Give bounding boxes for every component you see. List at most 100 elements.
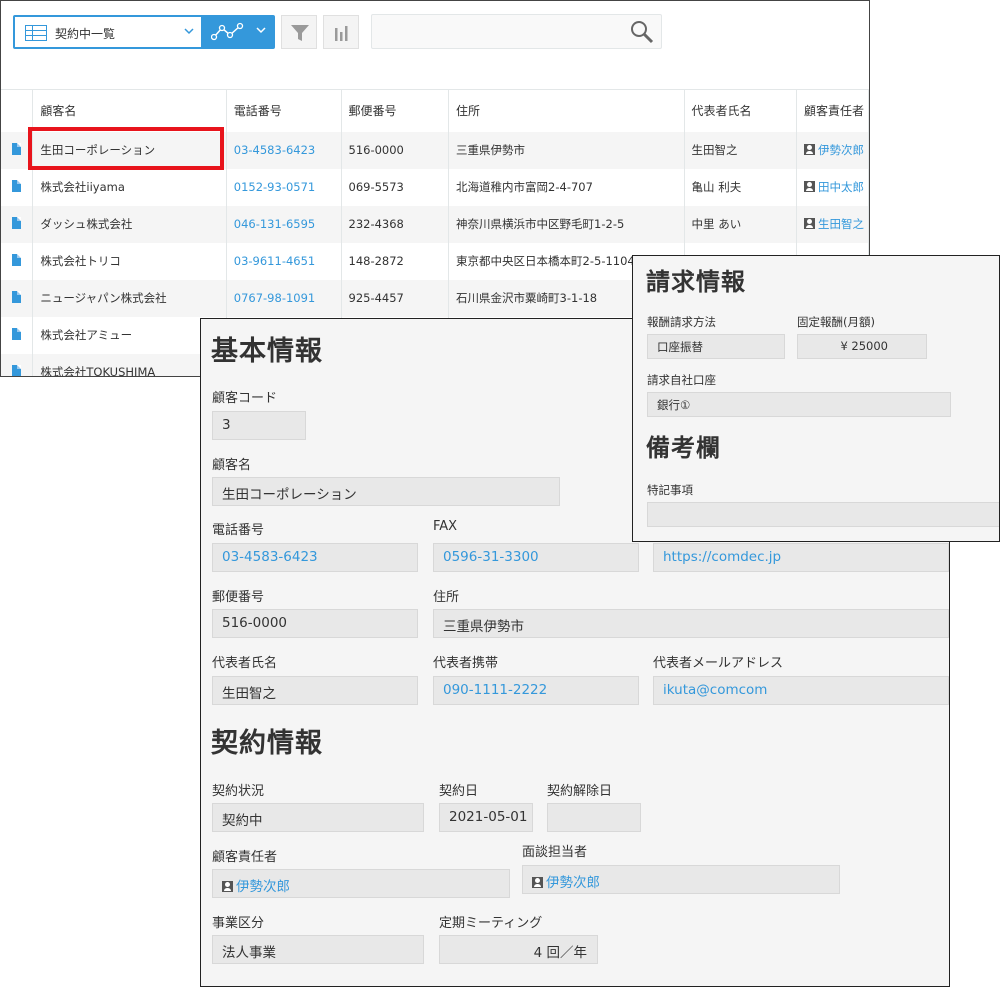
section-title-notes: 備考欄	[646, 434, 721, 462]
billing-method-value: 口座振替	[647, 334, 785, 359]
document-icon[interactable]	[12, 253, 21, 266]
tel-link[interactable]: 03-4583-6423	[212, 543, 418, 572]
document-icon[interactable]	[12, 179, 21, 192]
cell-customer-name: ダッシュ株式会社	[32, 205, 227, 243]
cell-customer-name: 株式会社トリコ	[32, 242, 227, 280]
zip-label: 郵便番号	[212, 590, 265, 605]
representative-value: 生田智之	[212, 676, 418, 705]
list-toolbar: 契約中一覧	[1, 1, 869, 61]
rep-email-link[interactable]: ikuta@comcom	[653, 676, 949, 705]
header-icon-column	[1, 89, 34, 132]
column-header-tel[interactable]: 電話番号	[226, 89, 342, 132]
fax-link[interactable]: 0596-31-3300	[433, 543, 639, 572]
table-row: ダッシュ株式会社 046-131-6595 232-4368 神奈川県横浜市中区…	[1, 205, 869, 243]
column-header-manager[interactable]: 顧客責任者	[796, 89, 869, 132]
business-category-label: 事業区分	[212, 916, 265, 931]
column-header-representative[interactable]: 代表者氏名	[684, 89, 797, 132]
search-box[interactable]	[371, 14, 662, 49]
record-detail-cell[interactable]	[1, 316, 34, 354]
document-icon[interactable]	[12, 290, 21, 303]
column-header-zip[interactable]: 郵便番号	[341, 89, 450, 132]
filter-button[interactable]	[281, 15, 317, 49]
address-label: 住所	[433, 590, 460, 605]
user-icon	[803, 144, 815, 155]
record-detail-cell[interactable]	[1, 242, 34, 280]
column-header-address[interactable]: 住所	[448, 89, 685, 132]
record-detail-cell[interactable]	[1, 353, 34, 376]
cell-customer-name: 株式会社TOKUSHIMA	[32, 353, 227, 376]
section-title-contract: 契約情報	[211, 728, 323, 759]
record-detail-cell[interactable]	[1, 205, 34, 243]
customer-manager-value[interactable]: 伊勢次郎	[212, 869, 510, 898]
billing-info-panel: 請求情報 報酬請求方法 口座振替 固定報酬(月額) ¥ 25000 請求自社口座…	[632, 255, 1000, 542]
cell-address: 三重県伊勢市	[448, 131, 685, 169]
cell-address: 北海道稚内市富岡2-4-707	[448, 168, 685, 206]
customer-name-value: 生田コーポレーション	[212, 477, 560, 506]
zip-value: 516-0000	[212, 609, 418, 638]
graph-menu-button[interactable]	[203, 15, 275, 49]
cell-manager[interactable]: 伊勢次郎	[796, 131, 869, 169]
cancel-date-value	[547, 803, 641, 832]
cell-manager[interactable]: 生田智之	[796, 205, 869, 243]
representative-label: 代表者氏名	[212, 656, 278, 671]
table-view-icon	[25, 25, 47, 41]
cell-zip: 069-5573	[341, 168, 450, 206]
fax-label: FAX	[433, 519, 458, 534]
manager-link[interactable]: 伊勢次郎	[818, 143, 864, 157]
cell-tel-link[interactable]: 046-131-6595	[226, 205, 342, 243]
chart-button[interactable]	[323, 15, 359, 49]
cell-customer-name: 生田コーポレーション	[32, 131, 227, 169]
rep-mobile-label: 代表者携帯	[433, 656, 499, 671]
manager-link[interactable]: 生田智之	[818, 217, 864, 231]
document-icon[interactable]	[12, 364, 21, 376]
record-detail-cell[interactable]	[1, 168, 34, 206]
bar-chart-icon	[335, 26, 348, 41]
rep-email-label: 代表者メールアドレス	[653, 656, 784, 671]
customer-manager-label: 顧客責任者	[212, 850, 278, 865]
cell-zip: 516-0000	[341, 131, 450, 169]
cell-customer-name: 株式会社iiyama	[32, 168, 227, 206]
view-select[interactable]: 契約中一覧	[13, 15, 203, 49]
billing-account-label: 請求自社口座	[647, 373, 716, 387]
table-header-row: 顧客名 電話番号 郵便番号 住所 代表者氏名 顧客責任者	[1, 89, 869, 132]
record-detail-cell[interactable]	[1, 131, 34, 169]
line-graph-icon	[211, 22, 244, 41]
interviewer-link[interactable]: 伊勢次郎	[546, 875, 600, 891]
search-input[interactable]	[372, 15, 622, 48]
regular-meeting-label: 定期ミーティング	[439, 916, 543, 931]
manager-link[interactable]: 田中太郎	[818, 180, 864, 194]
document-icon[interactable]	[12, 142, 21, 155]
table-row: 株式会社iiyama 0152-93-0571 069-5573 北海道稚内市富…	[1, 168, 869, 206]
cell-representative: 亀山 利夫	[684, 168, 797, 206]
cell-tel-link[interactable]: 03-9611-4651	[226, 242, 342, 280]
cell-zip: 232-4368	[341, 205, 450, 243]
special-notes-value	[647, 502, 999, 527]
document-icon[interactable]	[12, 327, 21, 340]
interviewer-value[interactable]: 伊勢次郎	[522, 865, 840, 894]
cell-tel-link[interactable]: 0767-98-1091	[226, 279, 342, 317]
interviewer-label: 面談担当者	[522, 845, 588, 860]
contract-date-value: 2021-05-01	[439, 803, 533, 832]
cell-zip: 925-4457	[341, 279, 450, 317]
cell-representative: 生田智之	[684, 131, 797, 169]
record-detail-cell[interactable]	[1, 279, 34, 317]
customer-manager-link[interactable]: 伊勢次郎	[236, 879, 290, 895]
rep-mobile-link[interactable]: 090-1111-2222	[433, 676, 639, 705]
contract-status-label: 契約状況	[212, 784, 265, 799]
search-icon[interactable]	[629, 19, 655, 45]
column-header-customer-name[interactable]: 顧客名	[32, 89, 227, 132]
cell-tel-link[interactable]: 03-4583-6423	[226, 131, 342, 169]
customer-name-label: 顧客名	[212, 458, 252, 473]
section-title-billing: 請求情報	[646, 268, 746, 296]
customer-code-label: 顧客コード	[212, 391, 278, 406]
filter-icon	[291, 25, 309, 41]
cell-manager[interactable]: 田中太郎	[796, 168, 869, 206]
tel-label: 電話番号	[212, 523, 265, 538]
chevron-down-icon	[184, 28, 194, 35]
website-link[interactable]: https://comdec.jp	[653, 543, 949, 572]
cell-customer-name: 株式会社アミュー	[32, 316, 227, 354]
cell-tel-link[interactable]: 0152-93-0571	[226, 168, 342, 206]
user-icon	[532, 877, 543, 888]
view-select-label: 契約中一覧	[55, 27, 116, 41]
document-icon[interactable]	[12, 216, 21, 229]
